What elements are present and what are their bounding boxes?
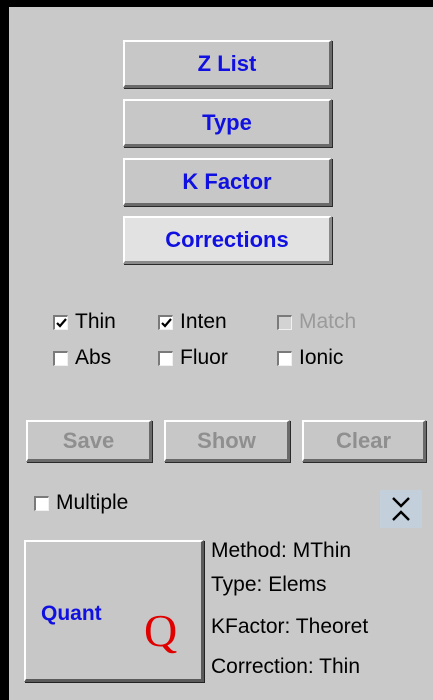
type-info: Type: Elems xyxy=(211,573,327,596)
type-label: Type xyxy=(202,109,252,135)
kfactor-info: KFactor: Theoret xyxy=(211,615,369,638)
quant-label: Quant xyxy=(41,602,102,625)
show-label: Show xyxy=(197,427,256,453)
fluor-label: Fluor xyxy=(180,346,228,369)
correction-info: Correction: Thin xyxy=(211,655,361,678)
ionic-checkbox[interactable]: Ionic xyxy=(277,346,343,370)
thin-checkbox[interactable]: Thin xyxy=(53,310,116,334)
thin-label: Thin xyxy=(75,310,116,333)
abs-label: Abs xyxy=(75,346,112,369)
abs-checkbox-box[interactable] xyxy=(53,350,68,366)
save-label: Save xyxy=(62,427,115,453)
multiple-checkbox-box[interactable] xyxy=(34,495,49,511)
fluor-checkbox[interactable]: Fluor xyxy=(158,346,228,370)
ionic-checkbox-box[interactable] xyxy=(277,350,292,366)
match-label: Match xyxy=(299,310,357,333)
checkmark-icon xyxy=(56,317,67,328)
quant-button[interactable]: Quant Q xyxy=(24,540,204,682)
thin-checkbox-box[interactable] xyxy=(53,314,68,330)
match-checkbox-box xyxy=(277,314,292,330)
method-info: Method: MThin xyxy=(211,539,352,562)
ionic-label: Ionic xyxy=(299,346,344,369)
inten-checkbox-box[interactable] xyxy=(158,314,173,330)
show-button: Show xyxy=(164,420,290,462)
collapse-chevrons-icon xyxy=(392,497,410,521)
save-button: Save xyxy=(26,420,152,462)
match-checkbox: Match xyxy=(277,310,356,334)
checkmark-icon xyxy=(161,317,172,328)
k-factor-label: K Factor xyxy=(182,168,272,194)
inten-label: Inten xyxy=(180,310,227,333)
collapse-toggle-button[interactable] xyxy=(380,490,422,528)
quant-panel: Z List Type K Factor Corrections Thin In… xyxy=(9,7,433,700)
clear-label: Clear xyxy=(335,427,392,453)
k-factor-button[interactable]: K Factor xyxy=(123,158,332,206)
multiple-checkbox[interactable]: Multiple xyxy=(34,491,128,515)
z-list-button[interactable]: Z List xyxy=(123,40,332,88)
quant-q-icon: Q xyxy=(144,605,178,656)
type-button[interactable]: Type xyxy=(123,99,332,147)
corrections-label: Corrections xyxy=(165,226,289,252)
corrections-button[interactable]: Corrections xyxy=(123,216,332,264)
z-list-label: Z List xyxy=(197,50,257,76)
multiple-label: Multiple xyxy=(56,491,129,514)
inten-checkbox[interactable]: Inten xyxy=(158,310,227,334)
clear-button: Clear xyxy=(302,420,426,462)
fluor-checkbox-box[interactable] xyxy=(158,350,173,366)
abs-checkbox[interactable]: Abs xyxy=(53,346,111,370)
